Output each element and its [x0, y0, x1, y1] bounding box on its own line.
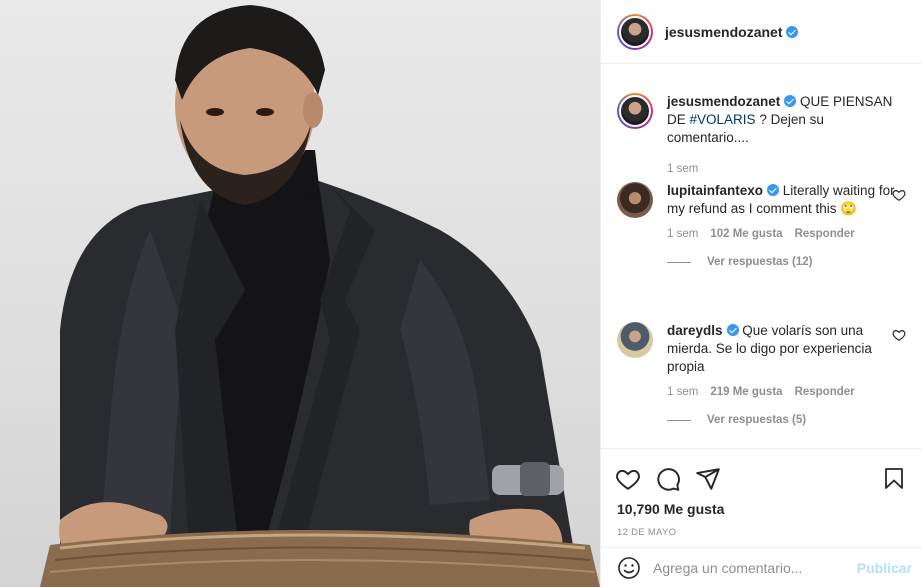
reply-button[interactable]: Responder — [795, 386, 855, 398]
caption-text: jesusmendozanet QUE PIENSAN DE #VOLARIS … — [667, 93, 906, 147]
comment-bubble-icon[interactable] — [655, 466, 681, 492]
comments-list[interactable]: jesusmendozanet QUE PIENSAN DE #VOLARIS … — [601, 65, 922, 447]
view-replies-label[interactable]: Ver respuestas (5) — [707, 414, 806, 426]
comment-item: lupitainfantexo Literally waiting for my… — [617, 182, 906, 268]
comment-likes[interactable]: 102 Me gusta — [710, 228, 782, 240]
comment-time[interactable]: 1 sem — [667, 228, 698, 240]
caption-hashtag[interactable]: #VOLARIS — [690, 112, 756, 127]
paper-plane-icon[interactable] — [695, 466, 721, 492]
commenter-username[interactable]: dareydls — [667, 323, 723, 338]
comment-meta: 1 sem 102 Me gusta Responder — [667, 228, 906, 240]
author-username[interactable]: jesusmendozanet — [665, 24, 799, 40]
verified-badge-icon — [767, 184, 780, 196]
bookmark-icon[interactable] — [882, 466, 906, 492]
post-photo[interactable] — [0, 0, 600, 587]
post-date[interactable]: 12 DE MAYO — [601, 517, 922, 538]
post-header: jesusmendozanet — [601, 0, 922, 64]
caption: jesusmendozanet QUE PIENSAN DE #VOLARIS … — [617, 93, 906, 175]
comment-like-heart-icon[interactable] — [892, 328, 906, 342]
publish-button[interactable]: Publicar — [857, 560, 912, 576]
caption-avatar[interactable] — [617, 93, 653, 129]
replies-divider — [667, 261, 691, 263]
comment-input[interactable] — [653, 559, 857, 576]
commenter-avatar[interactable] — [617, 322, 653, 358]
post-actions: 10,790 Me gusta 12 DE MAYO Publicar — [601, 448, 922, 587]
commenter-avatar[interactable] — [617, 182, 653, 218]
comment-time[interactable]: 1 sem — [667, 386, 698, 398]
caption-username[interactable]: jesusmendozanet — [667, 94, 780, 109]
verified-badge-icon — [784, 95, 797, 107]
instagram-post-view: jesusmendozanet jesusmendozanet QUE PIEN… — [0, 0, 922, 587]
author-username-text[interactable]: jesusmendozanet — [665, 24, 782, 40]
comment-text: lupitainfantexo Literally waiting for my… — [667, 182, 906, 218]
comment-like-heart-icon[interactable] — [892, 188, 906, 202]
action-icons-row — [601, 449, 922, 497]
verified-badge-icon — [726, 324, 739, 336]
replies-divider — [667, 419, 691, 421]
view-replies-button[interactable]: Ver respuestas (12) — [667, 256, 906, 268]
add-comment-bar: Publicar — [601, 547, 922, 587]
likes-count[interactable]: 10,790 Me gusta — [601, 497, 922, 517]
reply-button[interactable]: Responder — [795, 228, 855, 240]
commenter-username[interactable]: lupitainfantexo — [667, 183, 763, 198]
comment-meta: 1 sem 219 Me gusta Responder — [667, 386, 906, 398]
post-details-panel: jesusmendozanet jesusmendozanet QUE PIEN… — [600, 0, 922, 587]
view-replies-button[interactable]: Ver respuestas (5) — [667, 414, 906, 426]
comment-item: dareydls Que volarís son una mierda. Se … — [617, 322, 906, 426]
heart-icon[interactable] — [615, 466, 641, 492]
man-in-suit-image — [40, 5, 600, 587]
verified-badge-icon — [786, 25, 799, 38]
smiley-icon[interactable] — [617, 556, 641, 580]
caption-time[interactable]: 1 sem — [667, 163, 698, 175]
view-replies-label[interactable]: Ver respuestas (12) — [707, 256, 812, 268]
author-avatar[interactable] — [617, 13, 653, 50]
comment-text: dareydls Que volarís son una mierda. Se … — [667, 322, 906, 376]
comment-likes[interactable]: 219 Me gusta — [710, 386, 782, 398]
caption-meta: 1 sem — [667, 163, 906, 175]
